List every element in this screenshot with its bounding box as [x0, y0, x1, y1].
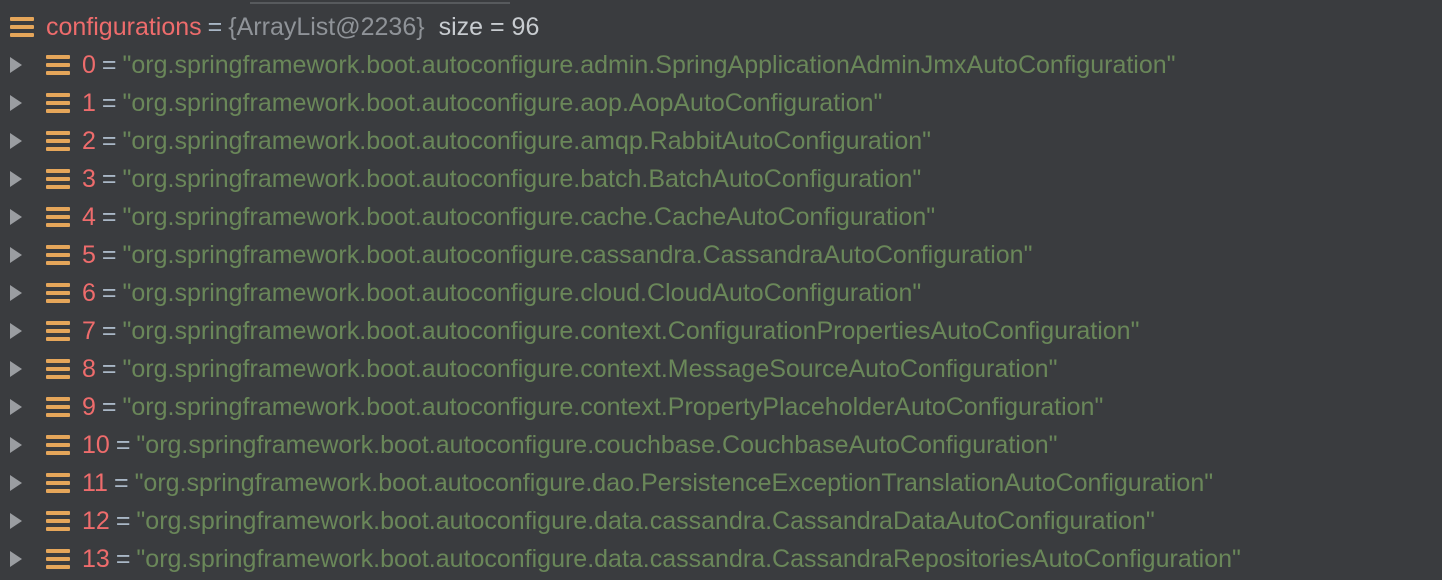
item-index: 6	[82, 278, 96, 307]
array-item-row[interactable]: 8 = "org.springframework.boot.autoconfigur…	[0, 350, 1442, 388]
item-index: 9	[82, 392, 96, 421]
array-item-row[interactable]: 5 = "org.springframework.boot.autoconfigur…	[0, 236, 1442, 274]
array-item-row[interactable]: 4 = "org.springframework.boot.autoconfigur…	[0, 198, 1442, 236]
field-icon	[46, 321, 70, 341]
array-item-row[interactable]: 13 = "org.springframework.boot.autoconfigu…	[0, 540, 1442, 578]
expand-arrow-icon[interactable]	[10, 95, 22, 111]
equals-sign: =	[113, 468, 129, 497]
equals-sign: =	[207, 12, 223, 41]
expand-arrow-icon[interactable]	[10, 551, 22, 567]
field-icon	[46, 55, 70, 75]
expand-arrow-icon[interactable]	[10, 285, 22, 301]
item-value: "org.springframework.boot.autoconfigure.…	[136, 430, 1058, 459]
field-icon	[46, 435, 70, 455]
array-item-row[interactable]: 1 = "org.springframework.boot.autoconfigur…	[0, 84, 1442, 122]
variable-size: size = 96	[438, 12, 540, 41]
debugger-variables-tree: configurations = {ArrayList@2236} size =…	[0, 8, 1442, 578]
equals-sign: =	[101, 278, 117, 307]
array-item-row[interactable]: 12 = "org.springframework.boot.autoconfigu…	[0, 502, 1442, 540]
array-item-row[interactable]: 9 = "org.springframework.boot.autoconfigur…	[0, 388, 1442, 426]
item-value: "org.springframework.boot.autoconfigure.…	[136, 544, 1241, 573]
equals-sign: =	[115, 544, 131, 573]
equals-sign: =	[101, 164, 117, 193]
equals-sign: =	[101, 50, 117, 79]
item-value: "org.springframework.boot.autoconfigure.…	[122, 88, 883, 117]
field-icon	[46, 283, 70, 303]
item-index: 7	[82, 316, 96, 345]
field-icon	[46, 397, 70, 417]
item-value: "org.springframework.boot.autoconfigure.…	[122, 392, 1104, 421]
item-index: 1	[82, 88, 96, 117]
array-item-row[interactable]: 6 = "org.springframework.boot.autoconfigur…	[0, 274, 1442, 312]
array-item-row[interactable]: 10 = "org.springframework.boot.autoconfigu…	[0, 426, 1442, 464]
item-index: 5	[82, 240, 96, 269]
expand-arrow-icon[interactable]	[10, 247, 22, 263]
item-index: 13	[82, 544, 110, 573]
field-icon	[46, 359, 70, 379]
equals-sign: =	[101, 240, 117, 269]
field-icon	[46, 511, 70, 531]
expand-arrow-icon[interactable]	[10, 323, 22, 339]
field-icon	[46, 93, 70, 113]
equals-sign: =	[115, 506, 131, 535]
equals-sign: =	[115, 430, 131, 459]
field-icon	[46, 549, 70, 569]
equals-sign: =	[101, 88, 117, 117]
item-index: 8	[82, 354, 96, 383]
equals-sign: =	[101, 126, 117, 155]
item-index: 3	[82, 164, 96, 193]
equals-sign: =	[101, 354, 117, 383]
expand-arrow-icon[interactable]	[10, 437, 22, 453]
variable-name: configurations	[46, 12, 202, 41]
array-item-row[interactable]: 2 = "org.springframework.boot.autoconfigur…	[0, 122, 1442, 160]
variable-row-configurations[interactable]: configurations = {ArrayList@2236} size =…	[0, 8, 1442, 46]
item-value: "org.springframework.boot.autoconfigure.…	[122, 316, 1140, 345]
item-index: 4	[82, 202, 96, 231]
expand-arrow-icon[interactable]	[10, 57, 22, 73]
field-icon	[46, 131, 70, 151]
field-icon	[46, 207, 70, 227]
item-index: 0	[82, 50, 96, 79]
item-index: 11	[82, 468, 108, 497]
expand-arrow-icon[interactable]	[10, 361, 22, 377]
variable-type: {ArrayList@2236}	[228, 12, 425, 41]
field-icon	[46, 245, 70, 265]
clipped-row-remnant	[250, 0, 510, 4]
field-icon	[46, 169, 70, 189]
item-value: "org.springframework.boot.autoconfigure.…	[122, 278, 922, 307]
array-item-row[interactable]: 0 = "org.springframework.boot.autoconfigur…	[0, 46, 1442, 84]
item-index: 12	[82, 506, 110, 535]
item-value: "org.springframework.boot.autoconfigure.…	[136, 506, 1155, 535]
equals-sign: =	[101, 392, 117, 421]
expand-arrow-icon[interactable]	[10, 475, 22, 491]
equals-sign: =	[101, 316, 117, 345]
item-value: "org.springframework.boot.autoconfigure.…	[134, 468, 1214, 497]
item-value: "org.springframework.boot.autoconfigure.…	[122, 354, 1058, 383]
expand-arrow-icon[interactable]	[10, 209, 22, 225]
item-value: "org.springframework.boot.autoconfigure.…	[122, 202, 936, 231]
item-value: "org.springframework.boot.autoconfigure.…	[122, 240, 1033, 269]
array-item-row[interactable]: 7 = "org.springframework.boot.autoconfigur…	[0, 312, 1442, 350]
item-value: "org.springframework.boot.autoconfigure.…	[122, 164, 922, 193]
array-items-list: 0 = "org.springframework.boot.autoconfigur…	[0, 46, 1442, 578]
array-item-row[interactable]: 11 = "org.springframework.boot.autoconfigu…	[0, 464, 1442, 502]
item-index: 2	[82, 126, 96, 155]
expand-arrow-icon[interactable]	[10, 513, 22, 529]
array-item-row[interactable]: 3 = "org.springframework.boot.autoconfigur…	[0, 160, 1442, 198]
field-icon	[10, 17, 34, 37]
expand-arrow-icon[interactable]	[10, 399, 22, 415]
item-index: 10	[82, 430, 110, 459]
expand-arrow-icon[interactable]	[10, 171, 22, 187]
item-value: "org.springframework.boot.autoconfigure.…	[122, 50, 1176, 79]
expand-arrow-icon[interactable]	[10, 133, 22, 149]
equals-sign: =	[101, 202, 117, 231]
item-value: "org.springframework.boot.autoconfigure.…	[122, 126, 931, 155]
field-icon	[46, 473, 70, 493]
